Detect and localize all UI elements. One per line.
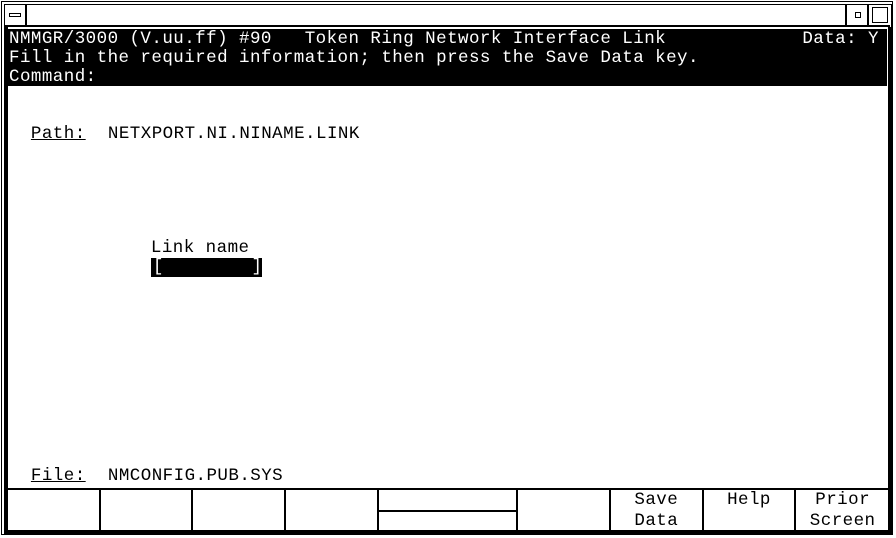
screen-header: NMMGR/3000 (V.uu.ff) #90 Token Ring Netw…	[8, 29, 887, 87]
system-menu-button[interactable]	[5, 5, 27, 25]
command-label: Command:	[9, 67, 97, 87]
function-key-divider	[378, 510, 517, 512]
link-name-field[interactable]: [ ]	[150, 257, 263, 277]
command-line[interactable]: Command:	[9, 68, 97, 87]
system-menu-icon	[9, 13, 21, 17]
link-name-open-bracket: [	[152, 257, 164, 277]
file-value: NMCONFIG.PUB.SYS	[107, 466, 284, 486]
screen-title: NMMGR/3000 (V.uu.ff) #90 Token Ring Netw…	[9, 29, 667, 49]
function-key-f4[interactable]	[286, 490, 379, 530]
link-name-input[interactable]	[164, 257, 252, 277]
save-data-key[interactable]: Save Data	[611, 490, 704, 531]
path-row: Path: NETXPORT.NI.NINAME.LINK	[9, 106, 360, 144]
minimize-button[interactable]	[845, 5, 867, 25]
prior-screen-key[interactable]: Prior Screen	[796, 490, 889, 531]
file-label: File:	[30, 466, 86, 486]
maximize-button[interactable]	[867, 5, 890, 25]
maximize-icon	[872, 7, 888, 23]
link-name-close-bracket: ]	[251, 257, 263, 277]
help-key[interactable]: Help	[704, 490, 797, 530]
minimize-icon	[855, 12, 861, 18]
path-value: NETXPORT.NI.NINAME.LINK	[107, 124, 360, 144]
title-bar[interactable]	[5, 5, 890, 27]
data-flag: Data: Y	[802, 29, 879, 49]
link-name-label: Link name	[150, 238, 250, 258]
function-key-f1[interactable]	[8, 490, 101, 530]
link-name-row: Link name [ ]	[129, 220, 263, 277]
file-row: File: NMCONFIG.PUB.SYS	[9, 448, 283, 486]
function-key-bar: Save Data Help Prior Screen	[8, 488, 889, 531]
path-label: Path:	[30, 124, 86, 144]
instruction-text: Fill in the required information; then p…	[9, 48, 699, 68]
function-key-f3[interactable]	[193, 490, 287, 530]
function-key-f5[interactable]	[378, 490, 519, 530]
function-key-f6[interactable]	[518, 490, 611, 530]
function-key-f2[interactable]	[101, 490, 194, 530]
